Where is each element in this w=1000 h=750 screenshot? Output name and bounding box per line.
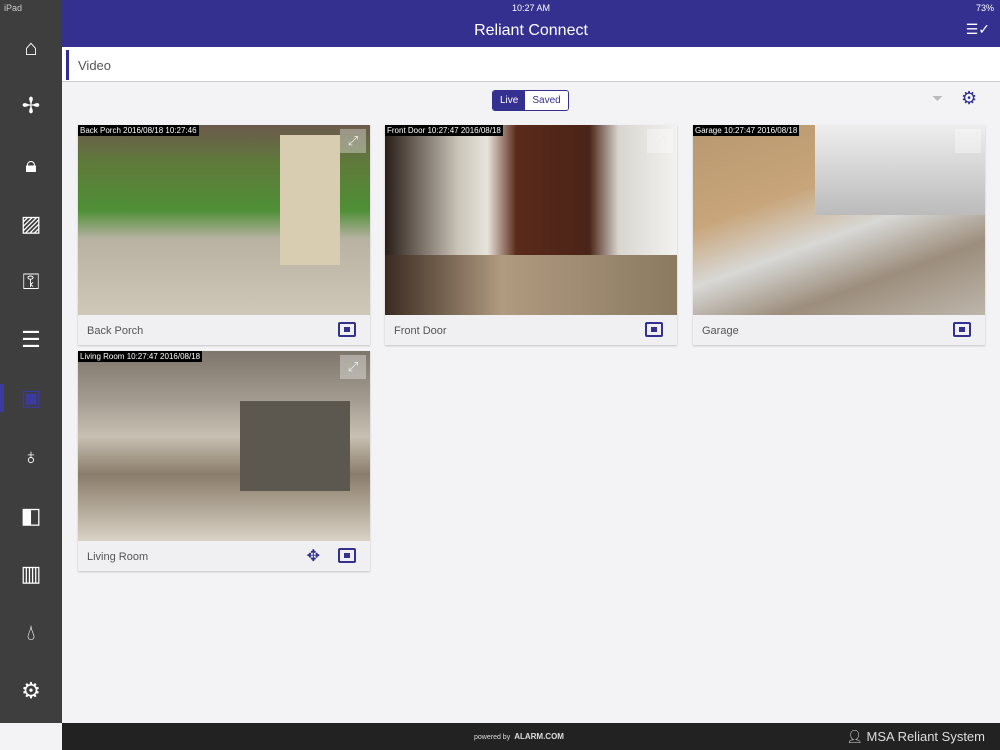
footer: powered by ALARM.COM 👤︎ MSA Reliant Syste… <box>62 723 1000 750</box>
camera-card[interactable]: Front Door 10:27:47 2016/08/18 ⤢ Front D… <box>385 125 677 345</box>
recording-icon[interactable] <box>953 322 971 337</box>
recording-icon[interactable] <box>338 322 356 337</box>
device-label: iPad <box>4 3 23 13</box>
camera-feed[interactable]: Back Porch 2016/08/18 10:27:46 ⤢ <box>78 125 370 315</box>
account-name[interactable]: 👤︎ MSA Reliant System <box>846 729 985 745</box>
menu-check-icon[interactable]: ☰✓ <box>966 21 990 38</box>
energy-icon[interactable]: ◧ <box>0 496 62 536</box>
camera-feed[interactable]: Living Room 10:27:47 2016/08/18 ⤢ <box>78 351 370 541</box>
camera-timestamp: Front Door 10:27:47 2016/08/18 <box>385 125 503 136</box>
expand-icon[interactable]: ⤢ <box>340 355 366 379</box>
video-icon[interactable]: ▣ <box>0 378 62 418</box>
app-title: Reliant Connect <box>474 22 588 39</box>
header: 10:27 AM 73% Reliant Connect ☰✓ <box>62 0 1000 47</box>
lock-icon[interactable]: 🔒︎ <box>0 145 62 185</box>
page-title: Video <box>78 58 112 73</box>
sensor-icon[interactable]: ▨ <box>0 204 62 244</box>
garage-icon[interactable]: ☰ <box>0 320 62 360</box>
camera-timestamp: Back Porch 2016/08/18 10:27:46 <box>78 125 199 136</box>
chart-icon[interactable]: ▥ <box>0 554 62 594</box>
user-icon: 👤︎ <box>846 729 867 744</box>
camera-name: Living Room <box>87 551 149 563</box>
tab-live[interactable]: Live <box>493 91 526 110</box>
settings-icon[interactable]: ⚙ <box>0 671 62 711</box>
key-icon[interactable]: ⚿ <box>0 262 62 302</box>
battery: 73% <box>975 3 994 13</box>
gear-icon[interactable]: ⚙ <box>961 88 977 109</box>
camera-name: Garage <box>702 325 739 337</box>
expand-icon[interactable]: ⤢ <box>647 129 673 153</box>
camera-name: Front Door <box>394 325 447 337</box>
live-saved-toggle: Live Saved <box>492 90 569 111</box>
camera-feed[interactable]: Garage 10:27:47 2016/08/18 ⤢ <box>693 125 985 315</box>
camera-name: Back Porch <box>87 325 144 337</box>
light-icon[interactable]: ♁ <box>0 437 62 477</box>
recording-icon[interactable] <box>645 322 663 337</box>
filter-icon[interactable]: ⏷ <box>932 90 943 107</box>
home-icon[interactable]: ⌂ <box>0 28 62 68</box>
camera-card[interactable]: Back Porch 2016/08/18 10:27:46 ⤢ Back Po… <box>78 125 370 345</box>
recording-icon[interactable] <box>338 548 356 563</box>
expand-icon[interactable]: ⤢ <box>340 129 366 153</box>
pan-tilt-icon[interactable]: ✥ <box>307 546 320 566</box>
camera-feed[interactable]: Front Door 10:27:47 2016/08/18 ⤢ <box>385 125 677 315</box>
clock: 10:27 AM <box>511 3 551 13</box>
tab-saved[interactable]: Saved <box>525 91 568 110</box>
camera-timestamp: Garage 10:27:47 2016/08/18 <box>693 125 800 136</box>
powered-by: powered by ALARM.COM <box>474 732 564 741</box>
camera-timestamp: Living Room 10:27:47 2016/08/18 <box>78 351 203 362</box>
water-icon[interactable]: 💧︎ <box>0 613 62 653</box>
camera-card[interactable]: Living Room 10:27:47 2016/08/18 ⤢ Living… <box>78 351 370 571</box>
camera-card[interactable]: Garage 10:27:47 2016/08/18 ⤢ Garage <box>693 125 985 345</box>
alarm-logo: ALARM.COM <box>514 732 564 741</box>
page-title-bar: Video <box>62 47 1000 82</box>
thermostat-icon[interactable]: ✢ <box>0 86 62 126</box>
expand-icon[interactable]: ⤢ <box>955 129 981 153</box>
sidebar: iPad ⌂ ✢ 🔒︎ ▨ ⚿ ☰ ▣ ♁ ◧ ▥ 💧︎ ⚙ <box>0 0 62 723</box>
